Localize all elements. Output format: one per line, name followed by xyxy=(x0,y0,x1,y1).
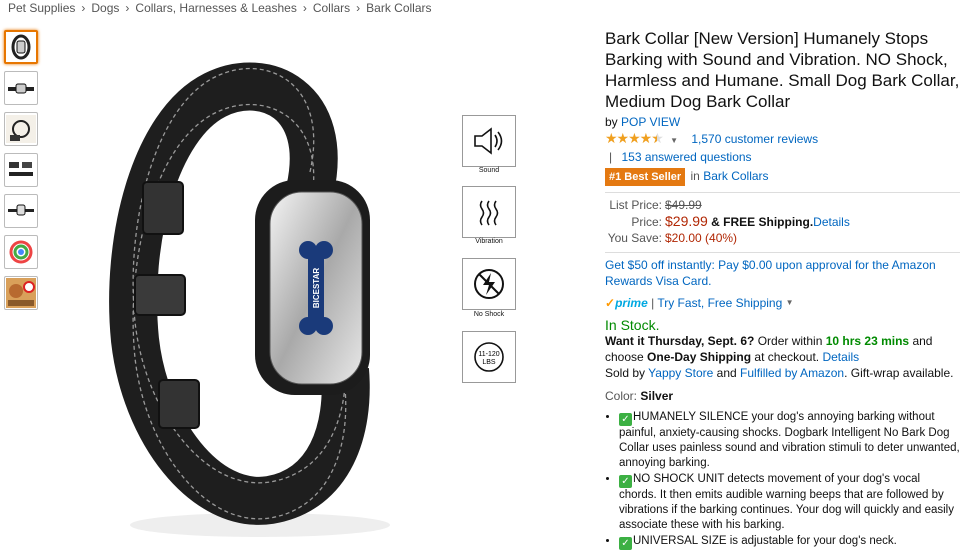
feature-vibration xyxy=(462,186,516,238)
feature-no-shock-label: No Shock xyxy=(473,311,505,318)
feature-sound xyxy=(462,115,516,167)
prime-check-icon: ✓ xyxy=(605,296,616,310)
thumbnail-6[interactable] xyxy=(4,235,38,269)
weight-range-icon: 11-120LBS xyxy=(474,342,504,372)
thumbnail-5[interactable] xyxy=(4,194,38,228)
list-item: ✓NO SHOCK UNIT detects movement of your … xyxy=(619,472,960,533)
breadcrumb-pet-supplies[interactable]: Pet Supplies xyxy=(8,1,75,15)
color-row: Color: Silver xyxy=(605,389,674,403)
divider xyxy=(605,192,960,193)
breadcrumb-collars[interactable]: Collars xyxy=(313,1,350,15)
delivery-details-link[interactable]: Details xyxy=(822,350,859,364)
check-icon: ✓ xyxy=(619,537,632,550)
breadcrumb: Pet Supplies › Dogs › Collars, Harnesses & L… xyxy=(8,1,432,15)
best-seller-category-link[interactable]: Bark Collars xyxy=(703,169,768,183)
check-icon: ✓ xyxy=(619,475,632,488)
rating-dropdown-icon[interactable]: ▼ xyxy=(670,136,678,145)
breadcrumb-collars-harnesses-leashes[interactable]: Collars, Harnesses & Leashes xyxy=(135,1,296,15)
svg-text:LBS: LBS xyxy=(482,359,496,366)
savings-row: You Save: $20.00 (40%) xyxy=(607,231,738,245)
list-item: ✓UNIVERSAL SIZE is adjustable for your d… xyxy=(619,534,960,550)
breadcrumb-dogs[interactable]: Dogs xyxy=(91,1,119,15)
prime-logo: prime xyxy=(615,296,648,310)
answered-questions-link[interactable]: 153 answered questions xyxy=(621,150,751,164)
no-shock-icon xyxy=(474,269,504,299)
feature-weight-range: 11-120 LBS xyxy=(462,331,516,383)
divider xyxy=(605,252,960,253)
rewards-card-promo-link[interactable]: Get $50 off instantly: Pay $0.00 upon ap… xyxy=(605,257,960,289)
questions-row: | 153 answered questions xyxy=(609,150,752,164)
vibration-icon xyxy=(479,200,499,226)
price-row: Price: $29.99 & FREE Shipping.Details xyxy=(631,213,850,229)
rating-row: ★★★★★★ ▼ 1,570 customer reviews xyxy=(605,130,960,149)
thumbnail-4[interactable] xyxy=(4,153,38,187)
countdown-timer: 10 hrs 23 mins xyxy=(825,334,910,348)
list-price-row: List Price: $49.99 xyxy=(609,198,702,212)
main-product-image[interactable]: BICESTAR xyxy=(95,40,440,545)
thumbnail-2[interactable] xyxy=(4,71,38,105)
best-seller-row: #1 Best Seller in Bark Collars xyxy=(605,168,960,186)
feature-bullets: ✓HUMANELY SILENCE your dog's annoying ba… xyxy=(605,410,960,550)
product-details: Bark Collar [New Version] Humanely Stops… xyxy=(605,28,960,551)
speaker-icon xyxy=(474,127,503,155)
thumbnail-7[interactable] xyxy=(4,276,38,310)
feature-no-shock xyxy=(462,258,516,310)
selected-color: Silver xyxy=(640,389,674,403)
delivery-info: Want it Thursday, Sept. 6? Order within … xyxy=(605,334,954,380)
star-rating-icon[interactable]: ★★★★★★ xyxy=(605,130,664,146)
savings-amount: $20.00 (40%) xyxy=(665,231,738,245)
feature-vibration-label: Vibration xyxy=(475,238,503,245)
brand-mark-text: BICESTAR xyxy=(312,268,321,309)
list-item: ✓HUMANELY SILENCE your dog's annoying ba… xyxy=(619,410,960,471)
thumbnail-1[interactable] xyxy=(4,30,38,64)
list-price: $49.99 xyxy=(665,198,702,212)
chevron-down-icon[interactable]: ▼ xyxy=(786,298,794,307)
thumbnail-3[interactable] xyxy=(4,112,38,146)
best-seller-badge[interactable]: #1 Best Seller xyxy=(605,168,686,186)
brand-link[interactable]: POP VIEW xyxy=(621,115,680,129)
prime-row: ✓prime | Try Fast, Free Shipping ▼ xyxy=(605,296,794,310)
customer-reviews-link[interactable]: 1,570 customer reviews xyxy=(691,132,818,146)
shipping-details-link[interactable]: Details xyxy=(813,215,850,229)
product-title: Bark Collar [New Version] Humanely Stops… xyxy=(605,29,960,111)
byline: by POP VIEW xyxy=(605,115,681,129)
fulfilled-by-amazon-link[interactable]: Fulfilled by Amazon xyxy=(740,366,844,380)
try-prime-link[interactable]: Try Fast, Free Shipping xyxy=(657,296,782,310)
stock-status: In Stock. xyxy=(605,317,660,333)
price: $29.99 xyxy=(665,213,708,229)
svg-text:11-120: 11-120 xyxy=(478,351,499,358)
breadcrumb-bark-collars[interactable]: Bark Collars xyxy=(366,1,431,15)
check-icon: ✓ xyxy=(619,413,632,426)
free-shipping-text: & FREE Shipping. xyxy=(711,215,814,229)
feature-sound-label: Sound xyxy=(478,167,500,174)
seller-link[interactable]: Yappy Store xyxy=(648,366,713,380)
thumbnail-strip xyxy=(4,30,40,317)
